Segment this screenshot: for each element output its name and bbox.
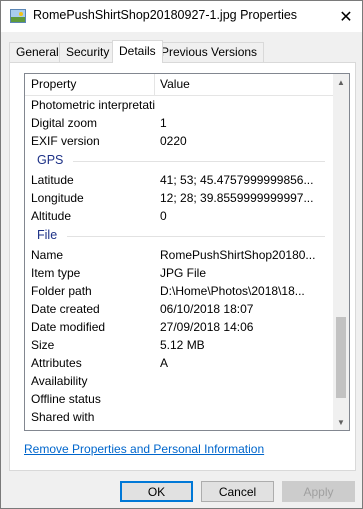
group-header-gps[interactable]: GPS bbox=[25, 150, 335, 171]
list-row[interactable]: Photometric interpretation bbox=[25, 96, 335, 114]
group-header-file[interactable]: File bbox=[25, 225, 335, 246]
apply-button[interactable]: Apply bbox=[282, 481, 355, 502]
list-row[interactable]: Folder path D:\Home\Photos\2018\18... bbox=[25, 282, 335, 300]
window-title: RomePushShirtShop20180927-1.jpg Properti… bbox=[33, 8, 298, 22]
list-row[interactable]: Availability bbox=[25, 372, 335, 390]
close-icon: ✕ bbox=[339, 8, 353, 26]
tab-security[interactable]: Security bbox=[59, 42, 117, 62]
properties-window: RomePushShirtShop20180927-1.jpg Properti… bbox=[0, 0, 363, 509]
list-row[interactable]: Latitude 41; 53; 45.4757999999856... bbox=[25, 171, 335, 189]
tab-general[interactable]: General bbox=[9, 42, 66, 62]
scrollbar-thumb[interactable] bbox=[336, 317, 346, 398]
list-row[interactable]: Date modified 27/09/2018 14:06 bbox=[25, 318, 335, 336]
group-divider bbox=[67, 236, 325, 237]
scroll-down-arrow-icon[interactable]: ▼ bbox=[333, 414, 349, 430]
list-row[interactable]: Attributes A bbox=[25, 354, 335, 372]
list-row[interactable]: Size 5.12 MB bbox=[25, 336, 335, 354]
list-header: Property Value bbox=[25, 74, 335, 96]
dialog-buttons: OK Cancel Apply bbox=[1, 471, 362, 509]
remove-properties-link[interactable]: Remove Properties and Personal Informati… bbox=[24, 442, 264, 456]
close-button[interactable]: ✕ bbox=[330, 1, 362, 32]
group-divider bbox=[73, 161, 325, 162]
list-row[interactable]: EXIF version 0220 bbox=[25, 132, 335, 150]
properties-list[interactable]: Property Value Photometric interpretatio… bbox=[24, 73, 350, 431]
tab-details[interactable]: Details bbox=[112, 40, 163, 63]
details-panel: Property Value Photometric interpretatio… bbox=[9, 62, 356, 471]
image-file-icon bbox=[10, 9, 26, 23]
list-row[interactable]: Digital zoom 1 bbox=[25, 114, 335, 132]
list-rows: Photometric interpretation Digital zoom 1… bbox=[25, 96, 335, 426]
scroll-up-arrow-icon[interactable]: ▲ bbox=[333, 74, 349, 90]
list-row[interactable]: Shared with bbox=[25, 408, 335, 426]
ok-button[interactable]: OK bbox=[120, 481, 193, 502]
list-row[interactable]: Longitude 12; 28; 39.8559999999997... bbox=[25, 189, 335, 207]
column-header-property[interactable]: Property bbox=[31, 77, 76, 91]
list-row[interactable]: Name RomePushShirtShop20180... bbox=[25, 246, 335, 264]
list-row[interactable]: Date created 06/10/2018 18:07 bbox=[25, 300, 335, 318]
list-row[interactable]: Item type JPG File bbox=[25, 264, 335, 282]
column-divider[interactable] bbox=[154, 74, 155, 96]
title-bar[interactable]: RomePushShirtShop20180927-1.jpg Properti… bbox=[1, 1, 362, 32]
vertical-scrollbar[interactable]: ▲ ▼ bbox=[333, 74, 349, 430]
list-row[interactable]: Offline status bbox=[25, 390, 335, 408]
tab-previous-versions[interactable]: Previous Versions bbox=[154, 42, 265, 62]
tab-strip: General Security Details Previous Versio… bbox=[9, 40, 355, 63]
column-header-value[interactable]: Value bbox=[160, 77, 190, 91]
list-row[interactable]: Altitude 0 bbox=[25, 207, 335, 225]
cancel-button[interactable]: Cancel bbox=[201, 481, 274, 502]
